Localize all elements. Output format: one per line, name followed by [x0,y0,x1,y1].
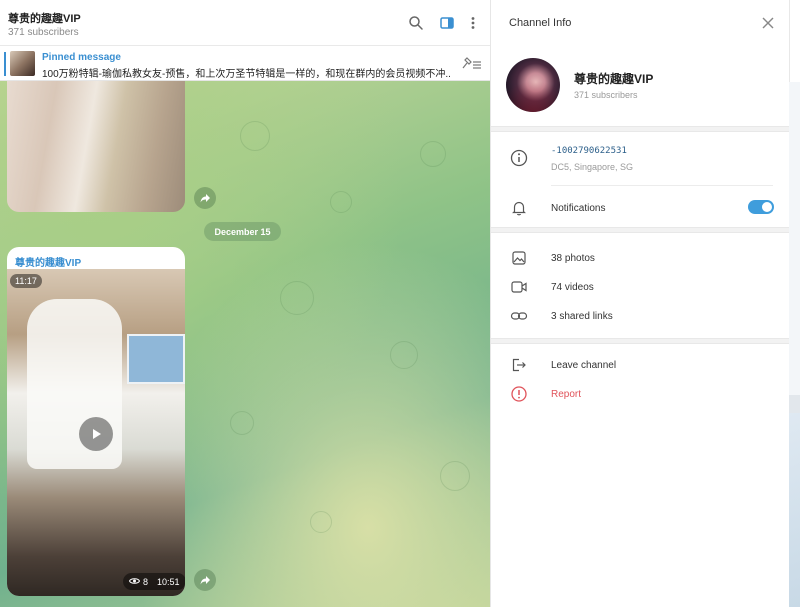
channel-subscribers: 371 subscribers [574,90,638,100]
media-row-links[interactable]: 3 shared links [491,302,789,330]
channel-name: 尊贵的趣趣VIP [574,72,654,86]
pinned-thumbnail [10,51,35,76]
background-doodle [240,121,270,151]
pinned-indicator [4,52,6,76]
play-icon[interactable] [79,417,113,451]
date-separator: December 15 [204,222,281,241]
background-doodle [390,341,418,369]
background-doodle [230,411,254,435]
pinned-list-icon[interactable] [461,56,483,72]
report-icon [510,385,528,403]
pinned-message-bar[interactable]: Pinned message 100万粉特辑-瑜伽私教女友-预售，和上次万圣节特… [0,46,490,81]
channel-info-panel: Channel Info 尊贵的趣趣VIP 371 subscribers -1… [491,0,789,607]
info-header: Channel Info [491,0,789,46]
chat-header[interactable]: 尊贵的趣趣VIP 371 subscribers [0,0,490,46]
background-window-edge-top [789,0,800,82]
chat-panel: 尊贵的趣趣VIP 371 subscribers Pinned message … [0,0,491,607]
background-doodle [440,461,470,491]
background-doodle [330,191,352,213]
background-window-edge-bottom [789,413,800,607]
background-doodle [420,141,446,167]
background-doodle [310,511,332,533]
avatar-shading [506,58,560,112]
video-thumbnail[interactable]: 11:17 8 10:51 [7,269,185,596]
media-row-videos[interactable]: 74 videos [491,273,789,301]
info-icon [510,149,528,167]
leave-channel-row[interactable]: Leave channel [491,351,789,379]
eye-icon [128,577,141,587]
more-vertical-icon[interactable] [463,13,483,33]
video-book [127,334,185,384]
image-icon [510,249,528,267]
share-button[interactable] [194,187,216,209]
videos-count: 74 videos [551,282,594,293]
link-icon [510,307,528,325]
media-row-photos[interactable]: 38 photos [491,244,789,272]
section-divider [491,338,789,344]
report-label: Report [551,389,582,400]
video-icon [510,278,528,296]
share-button[interactable] [194,569,216,591]
channel-avatar[interactable] [506,58,560,112]
links-count: 3 shared links [551,311,613,322]
leave-channel-label: Leave channel [551,360,617,371]
message-meta: 8 10:51 [123,573,185,590]
pinned-label: Pinned message [42,52,121,63]
bell-icon [510,199,528,217]
message-time: 10:51 [157,576,180,587]
background-doodle [280,281,314,315]
section-divider [491,227,789,233]
sidebar-toggle-icon[interactable] [437,13,457,33]
background-window-edge-mid [789,395,800,413]
notifications-toggle[interactable] [748,200,774,214]
section-divider [491,126,789,132]
close-icon[interactable] [761,16,775,30]
leave-icon [510,356,528,374]
row-separator [551,185,773,186]
channel-id[interactable]: -1002790622531 [551,146,627,156]
notifications-row[interactable]: Notifications [491,194,789,222]
report-row[interactable]: Report [491,380,789,408]
message-author[interactable]: 尊贵的趣趣VIP [15,254,81,269]
video-duration: 11:17 [10,274,42,288]
view-count: 8 [143,576,149,587]
previous-media-thumbnail[interactable] [7,81,185,212]
info-title: Channel Info [509,17,572,29]
chat-subscribers: 371 subscribers [8,27,79,38]
channel-dc: DC5, Singapore, SG [551,162,634,172]
notifications-label: Notifications [551,203,606,214]
photos-count: 38 photos [551,253,595,264]
pinned-text: 100万粉特辑-瑜伽私教女友-预售，和上次万圣节特辑是一样的，和现在群内的会员视… [42,69,450,80]
toggle-knob [762,202,772,212]
message-bubble[interactable]: 尊贵的趣趣VIP 11:17 8 10:51 [7,247,185,596]
search-icon[interactable] [406,13,426,33]
chat-title[interactable]: 尊贵的趣趣VIP [8,10,81,26]
